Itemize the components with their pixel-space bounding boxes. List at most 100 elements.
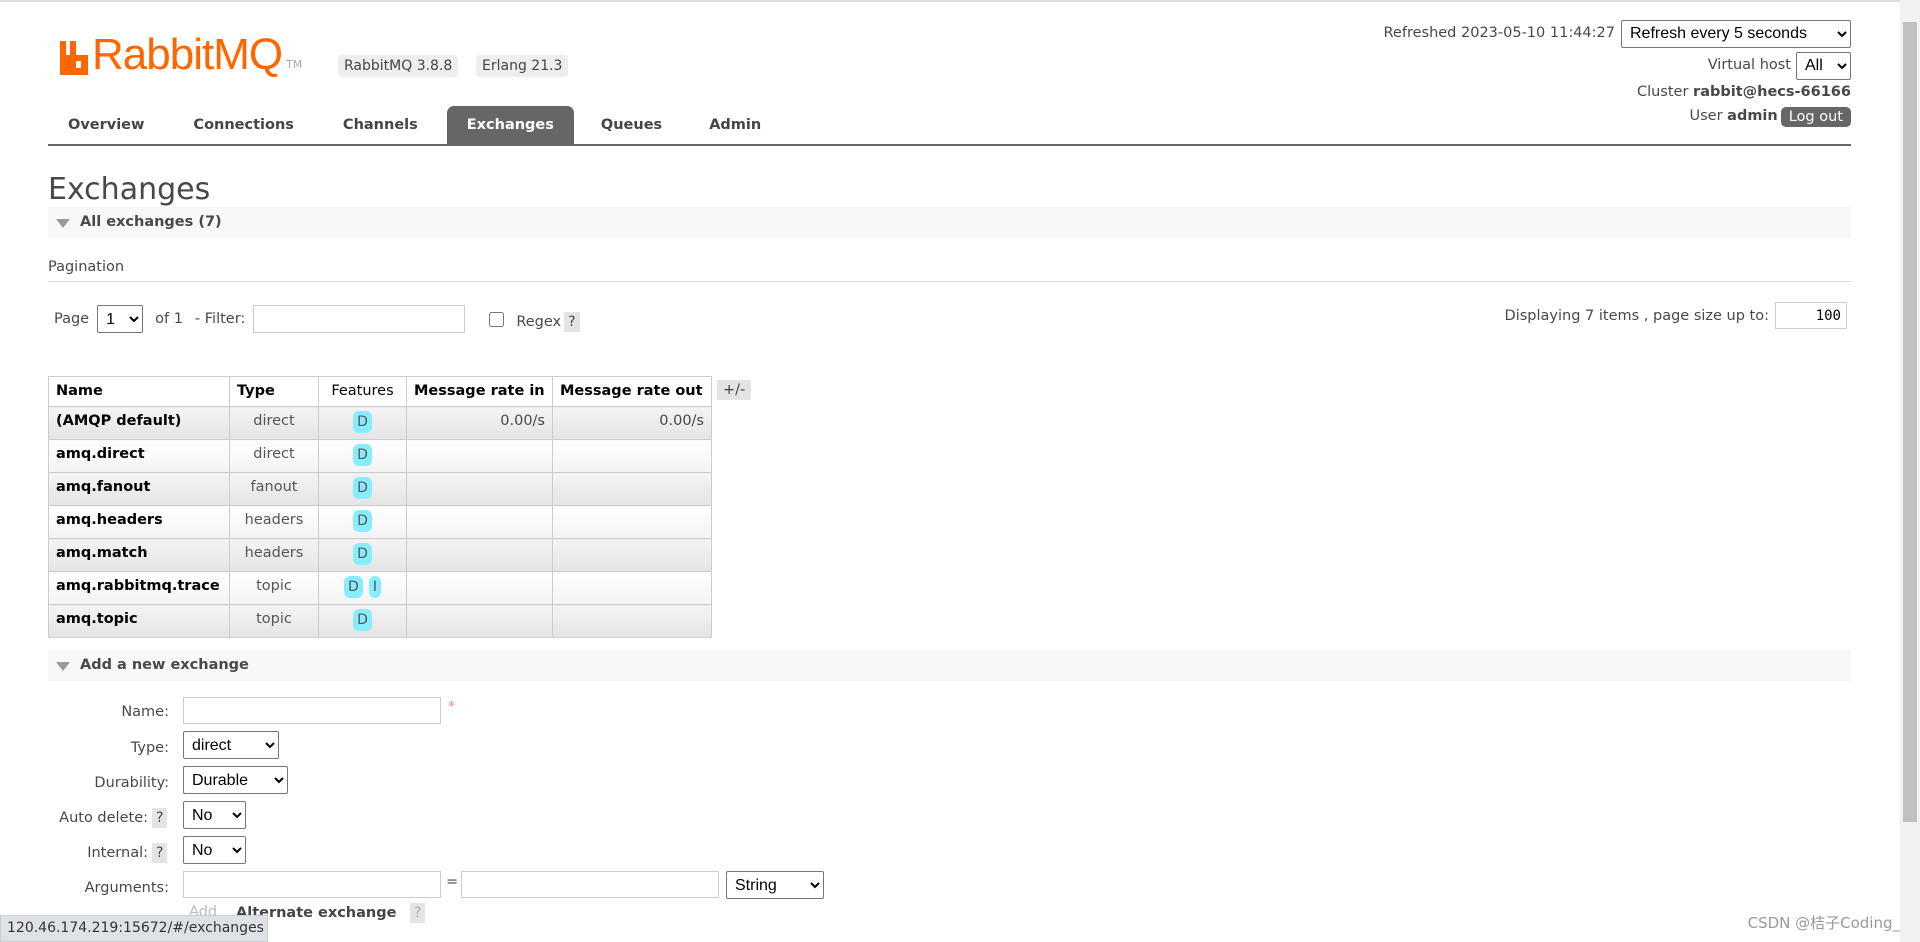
scrollbar-thumb[interactable]: [1903, 22, 1917, 822]
col-name[interactable]: Name: [48, 376, 230, 407]
tab-overview[interactable]: Overview: [48, 106, 164, 144]
exchange-name-link[interactable]: amq.headers: [48, 505, 230, 539]
table-row[interactable]: amq.rabbitmq.trace topic DI: [48, 571, 712, 605]
exchange-name-link[interactable]: amq.direct: [48, 439, 230, 473]
exchange-name-link[interactable]: amq.fanout: [48, 472, 230, 506]
exchange-features: D: [318, 439, 407, 473]
exchange-name-link[interactable]: (AMQP default): [48, 406, 230, 440]
section-title: All exchanges (7): [80, 214, 222, 230]
regex-help-button[interactable]: ?: [564, 312, 580, 332]
add-exchange-section-toggle[interactable]: Add a new exchange: [48, 650, 1851, 681]
feature-badge: I: [368, 576, 381, 598]
exchange-type: topic: [229, 571, 319, 605]
logo-tm: TM: [286, 58, 303, 71]
exchange-name-input[interactable]: [183, 697, 441, 724]
exchanges-table: Name Type Features Message rate in Messa…: [48, 376, 712, 638]
page-size-input[interactable]: [1775, 302, 1847, 329]
section-title: Add a new exchange: [80, 657, 249, 673]
window-top-border: [0, 0, 1920, 2]
refreshed-text: Refreshed 2023-05-10 11:44:27: [1383, 25, 1616, 41]
col-rate-in[interactable]: Message rate in: [406, 376, 553, 407]
main-nav: Overview Connections Channels Exchanges …: [48, 106, 1851, 146]
name-label: Name:: [121, 704, 169, 720]
internal-label: Internal:: [87, 845, 148, 861]
required-marker: *: [448, 699, 456, 715]
table-row[interactable]: amq.fanout fanout D: [48, 472, 712, 506]
exchange-features: D: [318, 406, 407, 440]
table-row[interactable]: amq.match headers D: [48, 538, 712, 572]
tab-queues[interactable]: Queues: [581, 106, 682, 144]
feature-badge: D: [353, 510, 372, 532]
auto-delete-help-button[interactable]: ?: [152, 808, 168, 828]
exchange-type: direct: [229, 406, 319, 440]
rate-in: [406, 505, 553, 539]
rate-out: [552, 604, 712, 638]
vertical-scrollbar[interactable]: [1900, 0, 1920, 942]
exchange-features: D: [318, 472, 407, 506]
exchange-features: D: [318, 604, 407, 638]
refresh-interval-select[interactable]: Refresh every 5 seconds: [1621, 19, 1851, 48]
argument-value-input[interactable]: [461, 871, 719, 898]
browser-status-bar: 120.46.174.219:15672/#/exchanges: [0, 915, 268, 942]
table-row[interactable]: amq.topic topic D: [48, 604, 712, 638]
durability-select[interactable]: Durable: [183, 766, 288, 794]
all-exchanges-section-toggle[interactable]: All exchanges (7): [48, 207, 1851, 238]
durability-label: Durability:: [94, 775, 169, 791]
pagination-controls: Page 1 of 1 - Filter: Regex ?: [54, 305, 580, 333]
exchange-type: direct: [229, 439, 319, 473]
feature-badge: D: [353, 543, 372, 565]
tab-connections[interactable]: Connections: [173, 106, 314, 144]
rabbitmq-logo: RabbitMQ TM: [60, 33, 303, 77]
rate-out: [552, 505, 712, 539]
type-label: Type:: [130, 740, 169, 756]
page-select[interactable]: 1: [97, 305, 144, 333]
collapse-triangle-icon: [56, 662, 70, 671]
regex-checkbox[interactable]: [489, 311, 505, 327]
table-row[interactable]: (AMQP default) direct D 0.00/s 0.00/s: [48, 406, 712, 440]
feature-badge: D: [353, 411, 372, 433]
argument-key-input[interactable]: [183, 871, 441, 898]
displaying-text: Displaying 7 items , page size up to:: [1504, 307, 1769, 324]
filter-input[interactable]: [253, 305, 466, 333]
argument-type-select[interactable]: String: [726, 871, 824, 899]
rate-in: [406, 571, 553, 605]
exchange-name-link[interactable]: amq.rabbitmq.trace: [48, 571, 230, 605]
exchange-features: D: [318, 505, 407, 539]
rate-out: [552, 571, 712, 605]
tab-exchanges[interactable]: Exchanges: [446, 106, 574, 144]
tab-channels[interactable]: Channels: [323, 106, 438, 144]
page-label: Page: [54, 311, 90, 327]
cluster-name: rabbit@hecs-66166: [1693, 84, 1851, 100]
feature-badge: D: [353, 477, 372, 499]
rate-out: [552, 439, 712, 473]
alternate-exchange-help-button[interactable]: ?: [410, 903, 426, 923]
tab-admin[interactable]: Admin: [689, 106, 781, 144]
page-count: of 1: [155, 311, 183, 327]
col-type[interactable]: Type: [229, 376, 319, 407]
auto-delete-label: Auto delete:: [59, 810, 148, 826]
internal-help-button[interactable]: ?: [152, 843, 168, 863]
table-row[interactable]: amq.direct direct D: [48, 439, 712, 473]
pagination-label: Pagination: [48, 259, 125, 275]
exchange-type-select[interactable]: direct: [183, 731, 279, 759]
internal-select[interactable]: No: [183, 836, 246, 864]
col-rate-out[interactable]: Message rate out: [552, 376, 712, 407]
page-size-control: Displaying 7 items , page size up to:: [1505, 302, 1847, 329]
rate-in: [406, 439, 553, 473]
table-row[interactable]: amq.headers headers D: [48, 505, 712, 539]
auto-delete-select[interactable]: No: [183, 801, 246, 829]
exchange-name-link[interactable]: amq.topic: [48, 604, 230, 638]
collapse-triangle-icon: [56, 219, 70, 228]
rate-out: [552, 472, 712, 506]
columns-toggle-button[interactable]: +/-: [717, 380, 752, 400]
exchange-name-link[interactable]: amq.match: [48, 538, 230, 572]
page-title: Exchanges: [48, 172, 211, 207]
arguments-label: Arguments:: [84, 880, 169, 896]
virtual-host-select[interactable]: All: [1796, 51, 1851, 80]
cluster-label: Cluster: [1636, 84, 1689, 100]
virtual-host-label: Virtual host: [1707, 57, 1791, 73]
equals-sign: =: [446, 874, 459, 890]
rate-in: [406, 604, 553, 638]
col-features: Features: [318, 376, 407, 407]
feature-badge: D: [353, 609, 372, 631]
